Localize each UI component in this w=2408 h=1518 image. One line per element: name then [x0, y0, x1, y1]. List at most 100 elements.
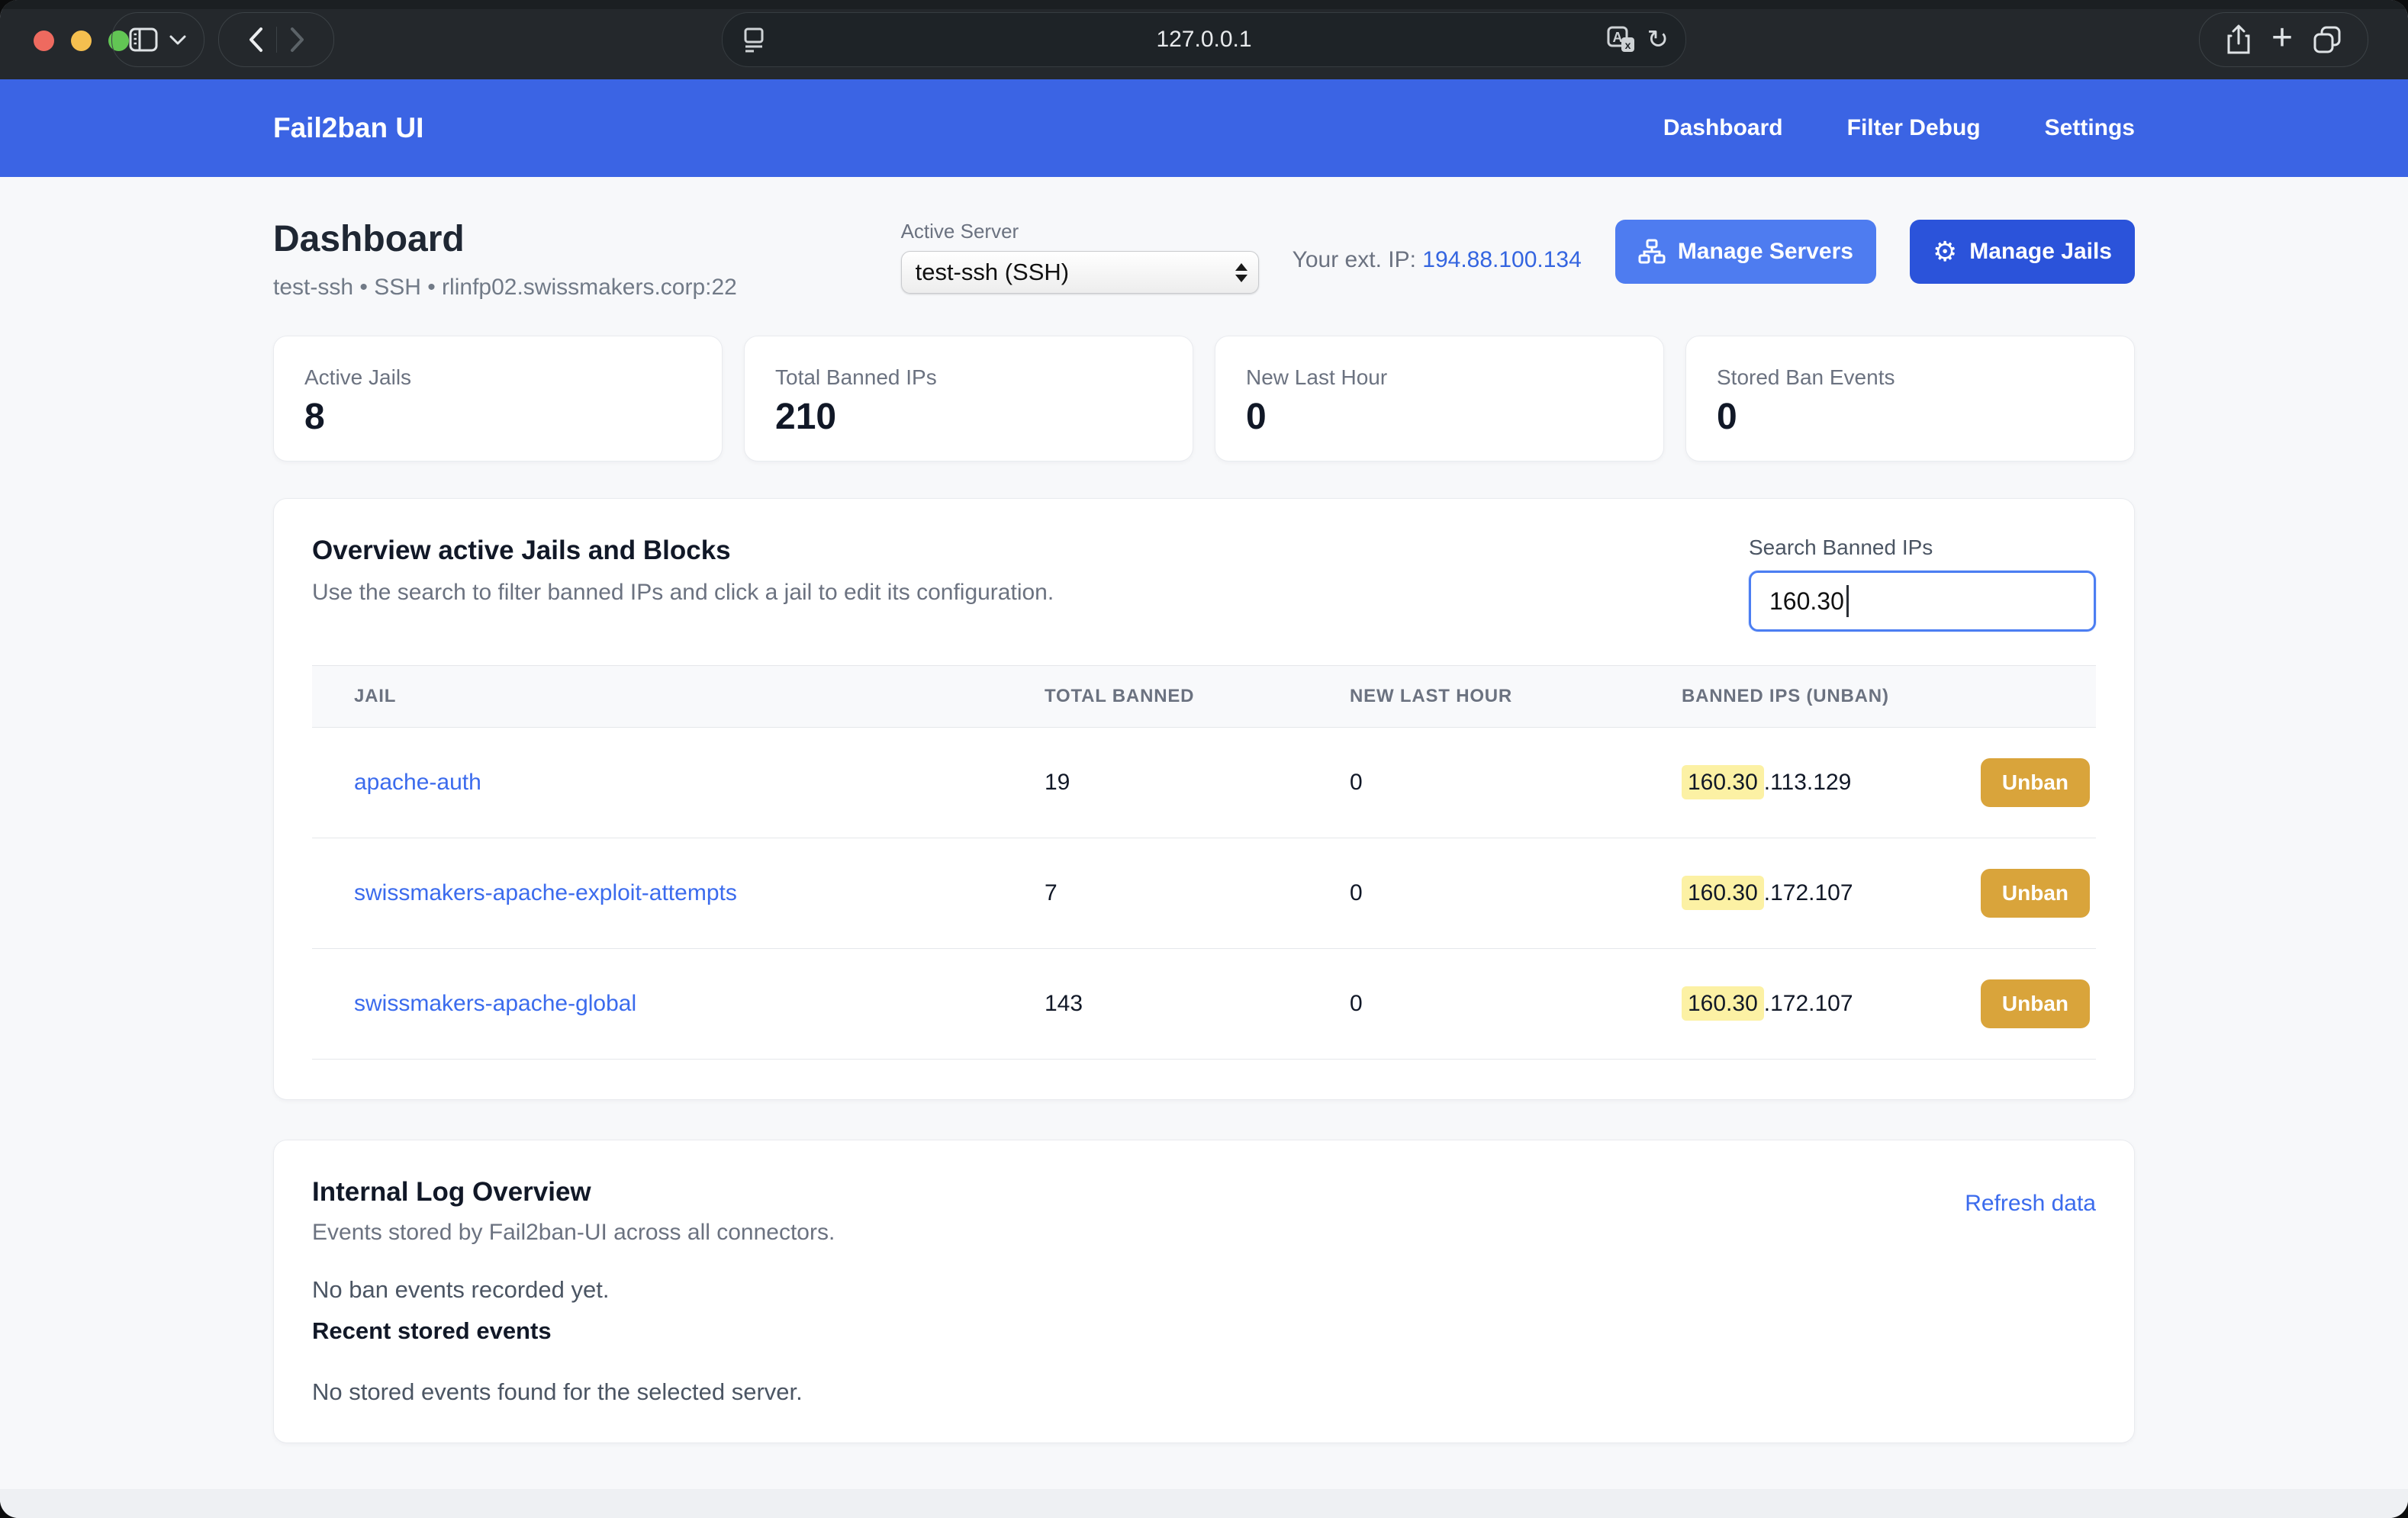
- main-content: Dashboard test-ssh • SSH • rlinfp02.swis…: [0, 177, 2408, 1518]
- app-brand[interactable]: Fail2ban UI: [273, 112, 423, 144]
- ip-rest: .172.107: [1764, 991, 1853, 1016]
- ip-highlight: 160.30: [1682, 765, 1764, 799]
- forward-icon[interactable]: [288, 24, 307, 55]
- stat-card-total-banned: Total Banned IPs 210: [744, 336, 1193, 462]
- active-server-label: Active Server: [901, 220, 1259, 243]
- stat-label: Total Banned IPs: [775, 365, 1162, 390]
- external-ip-link[interactable]: 194.88.100.134: [1422, 247, 1582, 272]
- recent-stored-events-title: Recent stored events: [312, 1317, 2096, 1345]
- stat-value: 0: [1246, 396, 1633, 438]
- banned-ip: 160.30.172.107: [1682, 880, 1853, 906]
- ip-rest: .172.107: [1764, 880, 1853, 905]
- stat-value: 0: [1717, 396, 2104, 438]
- sidebar-toggle-button[interactable]: [111, 12, 204, 67]
- nav-link-filter-debug[interactable]: Filter Debug: [1847, 115, 1981, 141]
- active-server-value: test-ssh (SSH): [916, 259, 1235, 286]
- tab-overview-icon[interactable]: [2313, 25, 2342, 54]
- translate-icon[interactable]: A x: [1606, 25, 1637, 54]
- new-last-hour-value: 0: [1331, 949, 1659, 1060]
- log-title: Internal Log Overview: [312, 1177, 835, 1208]
- manage-servers-label: Manage Servers: [1678, 239, 1853, 265]
- manage-jails-label: Manage Jails: [1969, 239, 2112, 265]
- ip-rest: .113.129: [1764, 770, 1852, 795]
- col-header-new-last-hour: NEW LAST HOUR: [1331, 666, 1659, 728]
- nav-link-settings[interactable]: Settings: [2045, 115, 2135, 141]
- browser-toolbar: 127.0.0.1 A x ↻: [0, 0, 2408, 79]
- window-actions-group: +: [2199, 12, 2368, 67]
- browser-window: 127.0.0.1 A x ↻: [0, 0, 2408, 1518]
- refresh-data-link[interactable]: Refresh data: [1965, 1191, 2096, 1217]
- stat-card-active-jails: Active Jails 8: [273, 336, 723, 462]
- search-block: Search Banned IPs 160.30: [1749, 535, 2096, 632]
- gear-icon: ⚙: [1933, 238, 1957, 265]
- app-navbar: Fail2ban UI Dashboard Filter Debug Setti…: [0, 79, 2408, 177]
- svg-text:A: A: [1612, 30, 1622, 45]
- svg-text:x: x: [1624, 39, 1631, 51]
- new-last-hour-value: 0: [1331, 728, 1659, 838]
- new-tab-icon[interactable]: +: [2271, 20, 2293, 56]
- total-banned-value: 143: [1025, 949, 1331, 1060]
- close-window-button[interactable]: [34, 31, 54, 51]
- internal-log-card: Internal Log Overview Events stored by F…: [273, 1140, 2135, 1443]
- table-header-row: JAIL TOTAL BANNED NEW LAST HOUR BANNED I…: [312, 666, 2096, 728]
- toolbar-divider: [276, 27, 277, 53]
- unban-button[interactable]: Unban: [1981, 758, 2090, 807]
- search-banned-ips-label: Search Banned IPs: [1749, 535, 2096, 560]
- manage-servers-button[interactable]: Manage Servers: [1615, 220, 1876, 284]
- banned-ip: 160.30.113.129: [1682, 770, 1851, 796]
- total-banned-value: 19: [1025, 728, 1331, 838]
- external-ip: Your ext. IP: 194.88.100.134: [1293, 247, 1582, 273]
- active-server-select[interactable]: test-ssh (SSH): [901, 251, 1259, 294]
- overview-subtitle: Use the search to filter banned IPs and …: [312, 580, 1054, 606]
- ip-highlight: 160.30: [1682, 986, 1764, 1021]
- stat-label: Stored Ban Events: [1717, 365, 2104, 390]
- minimize-window-button[interactable]: [71, 31, 92, 51]
- back-icon[interactable]: [246, 24, 266, 55]
- nav-links: Dashboard Filter Debug Settings: [1663, 115, 2135, 141]
- external-ip-label: Your ext. IP:: [1293, 247, 1416, 272]
- overview-title: Overview active Jails and Blocks: [312, 535, 1054, 566]
- unban-button[interactable]: Unban: [1981, 869, 2090, 918]
- total-banned-value: 7: [1025, 838, 1331, 949]
- col-header-total-banned: TOTAL BANNED: [1025, 666, 1331, 728]
- stat-card-new-last-hour: New Last Hour 0: [1215, 336, 1664, 462]
- no-ban-events-text: No ban events recorded yet.: [312, 1276, 2096, 1304]
- footer-strip: [0, 1489, 2408, 1518]
- col-header-banned-ips: BANNED IPS (UNBAN): [1659, 666, 2096, 728]
- stat-card-stored-ban-events: Stored Ban Events 0: [1685, 336, 2135, 462]
- share-icon[interactable]: [2226, 24, 2252, 56]
- stat-label: New Last Hour: [1246, 365, 1633, 390]
- stat-label: Active Jails: [304, 365, 691, 390]
- overview-title-block: Overview active Jails and Blocks Use the…: [312, 535, 1054, 606]
- search-banned-ips-input[interactable]: 160.30: [1749, 571, 2096, 632]
- url-text: 127.0.0.1: [723, 27, 1685, 53]
- new-last-hour-value: 0: [1331, 838, 1659, 949]
- manage-jails-button[interactable]: ⚙ Manage Jails: [1910, 220, 2135, 284]
- jail-link[interactable]: swissmakers-apache-global: [354, 991, 636, 1016]
- log-title-block: Internal Log Overview Events stored by F…: [312, 1177, 835, 1246]
- stat-value: 8: [304, 396, 691, 438]
- jail-link[interactable]: apache-auth: [354, 770, 481, 795]
- no-stored-events-text: No stored events found for the selected …: [312, 1378, 2096, 1406]
- stat-cards: Active Jails 8 Total Banned IPs 210 New …: [273, 336, 2135, 462]
- chevron-down-icon: [169, 34, 187, 46]
- col-header-jail: JAIL: [312, 666, 1025, 728]
- banned-ip: 160.30.172.107: [1682, 991, 1853, 1017]
- unban-button[interactable]: Unban: [1981, 979, 2090, 1028]
- active-server-block: Active Server test-ssh (SSH): [901, 220, 1259, 294]
- search-input-value: 160.30: [1769, 587, 1844, 616]
- reload-icon[interactable]: ↻: [1647, 27, 1669, 53]
- log-subtitle: Events stored by Fail2ban-UI across all …: [312, 1220, 835, 1246]
- overview-card: Overview active Jails and Blocks Use the…: [273, 498, 2135, 1100]
- jail-link[interactable]: swissmakers-apache-exploit-attempts: [354, 880, 737, 905]
- page-title: Dashboard: [273, 220, 737, 259]
- table-row: swissmakers-apache-global 143 0 160.30.1…: [312, 949, 2096, 1060]
- page-settings-icon[interactable]: [742, 26, 765, 53]
- sitemap-icon: [1638, 239, 1666, 265]
- nav-link-dashboard[interactable]: Dashboard: [1663, 115, 1783, 141]
- history-nav-group: [218, 12, 334, 67]
- ip-highlight: 160.30: [1682, 876, 1764, 910]
- address-bar[interactable]: 127.0.0.1 A x ↻: [722, 12, 1686, 67]
- table-row: apache-auth 19 0 160.30.113.129 Unban: [312, 728, 2096, 838]
- jails-table: JAIL TOTAL BANNED NEW LAST HOUR BANNED I…: [312, 665, 2096, 1060]
